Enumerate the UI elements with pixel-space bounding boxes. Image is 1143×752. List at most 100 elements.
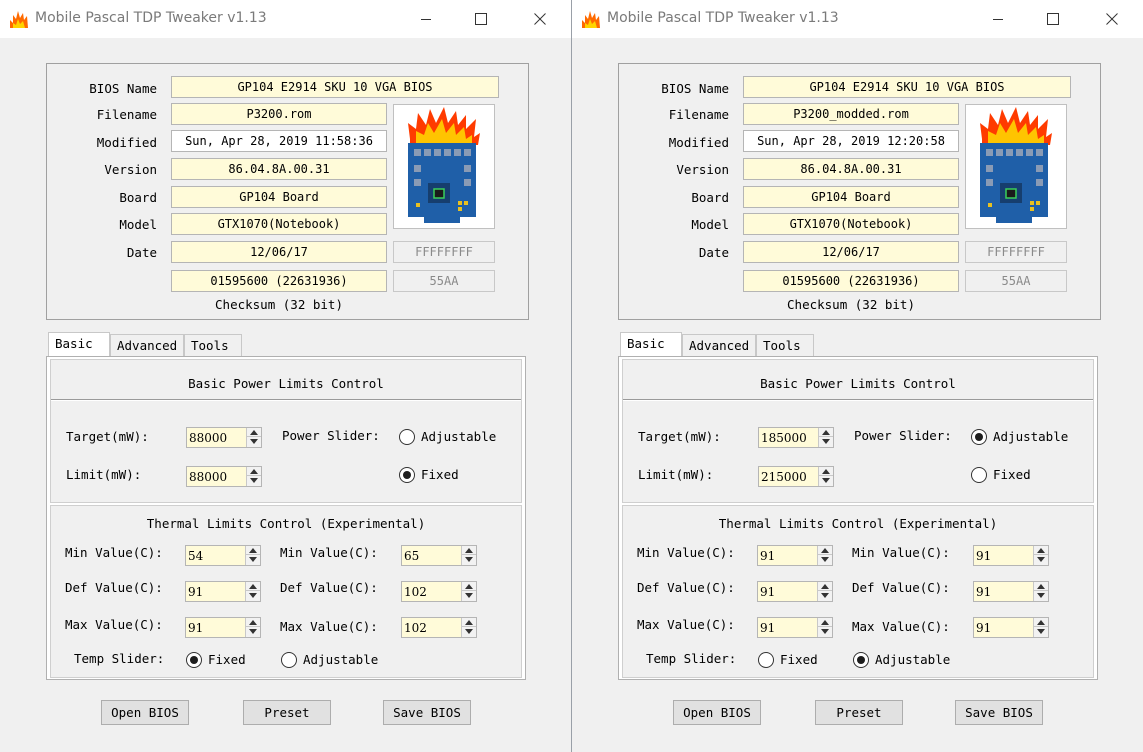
arrow-down-icon — [249, 629, 257, 634]
stepper-up-button[interactable] — [462, 546, 476, 555]
stepper-up-button[interactable] — [819, 467, 833, 476]
thermal-max-left-stepper[interactable]: 91 — [185, 617, 261, 638]
minimize-button[interactable] — [399, 0, 453, 38]
stepper-down-button[interactable] — [462, 627, 476, 636]
filename-field[interactable]: P3200_modded.rom — [743, 103, 959, 125]
board-field[interactable]: GP104 Board — [171, 186, 387, 208]
open-bios-button[interactable]: Open BIOS — [673, 700, 761, 725]
tab-basic[interactable]: Basic — [620, 332, 682, 358]
thermal-min-left-stepper[interactable]: 91 — [757, 545, 833, 566]
stepper-up-button[interactable] — [246, 546, 260, 555]
thermal-min-right-stepper[interactable]: 65 — [401, 545, 477, 566]
stepper-up-button[interactable] — [819, 428, 833, 437]
temp-slider-fixed-radio[interactable] — [758, 652, 774, 668]
open-bios-button[interactable]: Open BIOS — [101, 700, 189, 725]
date-field[interactable]: 12/06/17 — [171, 241, 387, 263]
title-bar[interactable]: Mobile Pascal TDP Tweaker v1.13 — [572, 0, 1143, 38]
stepper-up-button[interactable] — [1034, 618, 1048, 627]
tab-advanced[interactable]: Advanced — [682, 334, 756, 358]
stepper-down-button[interactable] — [1034, 627, 1048, 636]
stepper-up-button[interactable] — [247, 428, 261, 437]
stepper-down-button[interactable] — [819, 437, 833, 446]
tab-tools[interactable]: Tools — [184, 334, 242, 358]
stepper-down-button[interactable] — [819, 476, 833, 485]
stepper-up-button[interactable] — [1034, 546, 1048, 555]
stepper-down-button[interactable] — [246, 555, 260, 564]
bios-name-field[interactable]: GP104 E2914 SKU 10 VGA BIOS — [743, 76, 1071, 98]
stepper-up-button[interactable] — [246, 582, 260, 591]
date-hex-field[interactable]: FFFFFFFF — [965, 241, 1067, 263]
preset-button[interactable]: Preset — [815, 700, 903, 725]
thermal-def-left-value: 91 — [188, 585, 204, 599]
close-button[interactable] — [1085, 0, 1139, 38]
stepper-down-button[interactable] — [246, 591, 260, 600]
stepper-down-button[interactable] — [247, 476, 261, 485]
thermal-min-right-stepper[interactable]: 91 — [973, 545, 1049, 566]
limit-mw-stepper[interactable]: 88000 — [186, 466, 262, 487]
stepper-down-button[interactable] — [818, 555, 832, 564]
minimize-button[interactable] — [971, 0, 1025, 38]
thermal-def-right-stepper[interactable]: 102 — [401, 581, 477, 602]
stepper-up-button[interactable] — [818, 618, 832, 627]
date-field[interactable]: 12/06/17 — [743, 241, 959, 263]
stepper-down-button[interactable] — [462, 555, 476, 564]
modified-field[interactable]: Sun, Apr 28, 2019 11:58:36 — [171, 130, 387, 152]
stepper-down-button[interactable] — [462, 591, 476, 600]
stepper-up-button[interactable] — [246, 618, 260, 627]
target-mw-stepper[interactable]: 88000 — [186, 427, 262, 448]
temp-slider-fixed-radio[interactable] — [186, 652, 202, 668]
signature-field[interactable]: 55AA — [965, 270, 1067, 292]
version-field[interactable]: 86.04.8A.00.31 — [743, 158, 959, 180]
modified-field[interactable]: Sun, Apr 28, 2019 12:20:58 — [743, 130, 959, 152]
thermal-max-left-stepper[interactable]: 91 — [757, 617, 833, 638]
checksum-field[interactable]: 01595600 (22631936) — [743, 270, 959, 292]
save-bios-button[interactable]: Save BIOS — [955, 700, 1043, 725]
title-bar[interactable]: Mobile Pascal TDP Tweaker v1.13 — [0, 0, 571, 38]
save-bios-button[interactable]: Save BIOS — [383, 700, 471, 725]
model-field[interactable]: GTX1070(Notebook) — [743, 213, 959, 235]
thermal-max-right-stepper[interactable]: 91 — [973, 617, 1049, 638]
stepper-up-button[interactable] — [462, 582, 476, 591]
power-slider-adjustable-radio[interactable] — [399, 429, 415, 445]
stepper-down-button[interactable] — [246, 627, 260, 636]
close-button[interactable] — [513, 0, 567, 38]
stepper-down-button[interactable] — [818, 627, 832, 636]
thermal-def-right-stepper[interactable]: 91 — [973, 581, 1049, 602]
bios-name-field[interactable]: GP104 E2914 SKU 10 VGA BIOS — [171, 76, 499, 98]
date-hex-field[interactable]: FFFFFFFF — [393, 241, 495, 263]
tab-basic[interactable]: Basic — [48, 332, 110, 358]
temp-slider-adjustable-radio[interactable] — [853, 652, 869, 668]
stepper-up-button[interactable] — [462, 618, 476, 627]
limit-mw-stepper[interactable]: 215000 — [758, 466, 834, 487]
tab-advanced[interactable]: Advanced — [110, 334, 184, 358]
stepper-up-button[interactable] — [818, 546, 832, 555]
target-mw-stepper[interactable]: 185000 — [758, 427, 834, 448]
thermal-def-left-stepper[interactable]: 91 — [185, 581, 261, 602]
filename-field[interactable]: P3200.rom — [171, 103, 387, 125]
power-slider-fixed-radio[interactable] — [971, 467, 987, 483]
preset-button[interactable]: Preset — [243, 700, 331, 725]
tab-tools[interactable]: Tools — [756, 334, 814, 358]
stepper-down-button[interactable] — [247, 437, 261, 446]
maximize-button[interactable] — [1026, 0, 1080, 38]
stepper-up-button[interactable] — [818, 582, 832, 591]
power-slider-fixed-radio[interactable] — [399, 467, 415, 483]
stepper-down-button[interactable] — [1034, 555, 1048, 564]
stepper-down-button[interactable] — [818, 591, 832, 600]
stepper-up-button[interactable] — [247, 467, 261, 476]
board-field[interactable]: GP104 Board — [743, 186, 959, 208]
signature-field[interactable]: 55AA — [393, 270, 495, 292]
power-fixed-label: Fixed — [421, 467, 459, 482]
thermal-max-right-stepper[interactable]: 102 — [401, 617, 477, 638]
limit-label: Limit(mW): — [638, 467, 714, 482]
model-field[interactable]: GTX1070(Notebook) — [171, 213, 387, 235]
maximize-button[interactable] — [454, 0, 508, 38]
checksum-field[interactable]: 01595600 (22631936) — [171, 270, 387, 292]
stepper-down-button[interactable] — [1034, 591, 1048, 600]
temp-slider-adjustable-radio[interactable] — [281, 652, 297, 668]
stepper-up-button[interactable] — [1034, 582, 1048, 591]
thermal-def-left-stepper[interactable]: 91 — [757, 581, 833, 602]
version-field[interactable]: 86.04.8A.00.31 — [171, 158, 387, 180]
thermal-min-left-stepper[interactable]: 54 — [185, 545, 261, 566]
power-slider-adjustable-radio[interactable] — [971, 429, 987, 445]
